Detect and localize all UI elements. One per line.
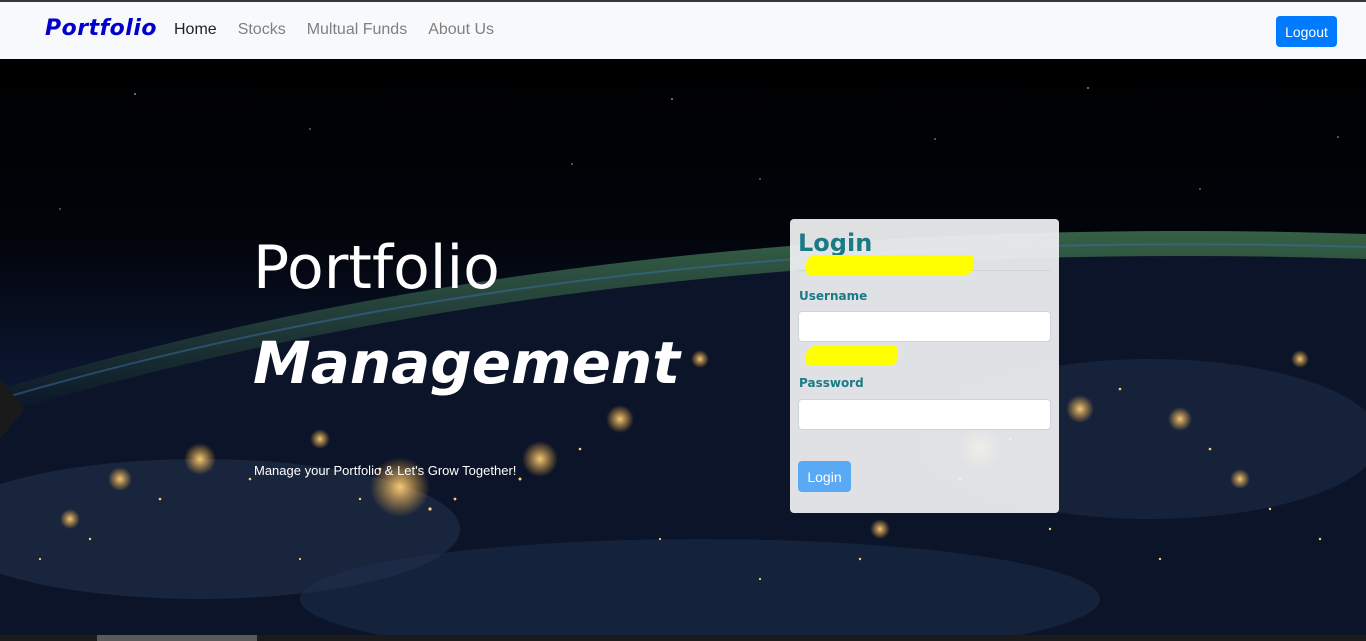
password-label: Password [799, 376, 864, 390]
logout-button[interactable]: Logout [1276, 16, 1337, 47]
nav-link-about-us[interactable]: About Us [428, 21, 494, 39]
password-redaction-mark [806, 346, 898, 366]
login-title: Login [798, 229, 873, 257]
earth-night-background [0, 87, 1366, 641]
username-redaction-mark [806, 255, 974, 275]
nav-links: Home Stocks Multual Funds About Us [174, 21, 515, 39]
login-submit-button[interactable]: Login [798, 461, 851, 492]
nav-link-home[interactable]: Home [174, 21, 217, 39]
username-label: Username [799, 289, 868, 303]
horizontal-scrollbar-thumb[interactable] [97, 635, 257, 641]
username-input[interactable] [798, 311, 1051, 342]
nav-link-stocks[interactable]: Stocks [238, 21, 286, 39]
brand-logo[interactable]: Portfolio [45, 16, 157, 41]
hero-section: Portfolio Management Manage your Portfol… [0, 59, 1366, 641]
top-navbar: Portfolio Home Stocks Multual Funds Abou… [0, 0, 1366, 59]
password-input[interactable] [798, 399, 1051, 430]
hero-title-line-1: Portfolio [253, 233, 500, 303]
hero-tagline: Manage your Portfolio & Let's Grow Toget… [254, 463, 517, 478]
nav-link-mutual-funds[interactable]: Multual Funds [307, 21, 408, 39]
hero-title-line-2: Management [253, 329, 680, 397]
horizontal-scrollbar[interactable] [0, 635, 1366, 641]
